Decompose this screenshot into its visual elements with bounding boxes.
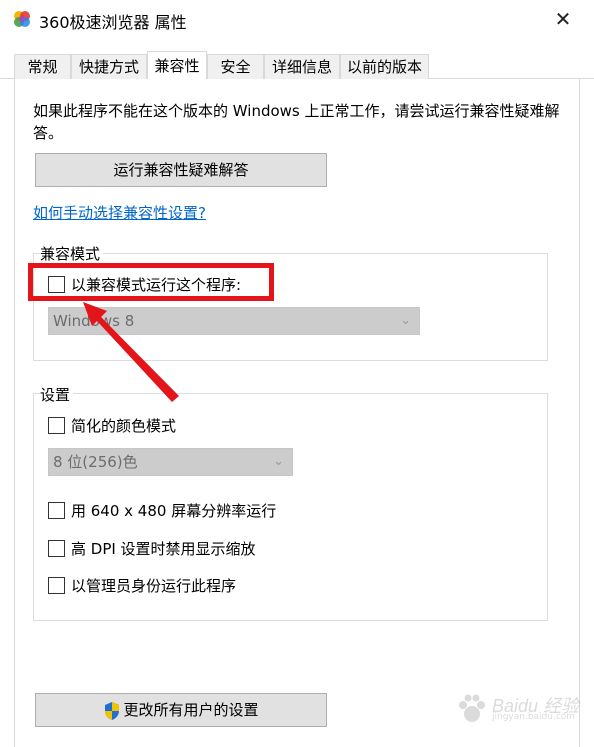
baidu-watermark: Baidu 经验 jingyan.baidu.com bbox=[455, 690, 585, 730]
paw-icon bbox=[459, 694, 485, 722]
change-all-users-label: 更改所有用户的设置 bbox=[123, 701, 259, 719]
uac-shield-icon bbox=[105, 701, 120, 720]
red-arrow-icon bbox=[83, 302, 179, 402]
change-all-users-button[interactable]: 更改所有用户的设置 bbox=[35, 693, 327, 727]
watermark-url: jingyan.baidu.com bbox=[492, 712, 576, 722]
